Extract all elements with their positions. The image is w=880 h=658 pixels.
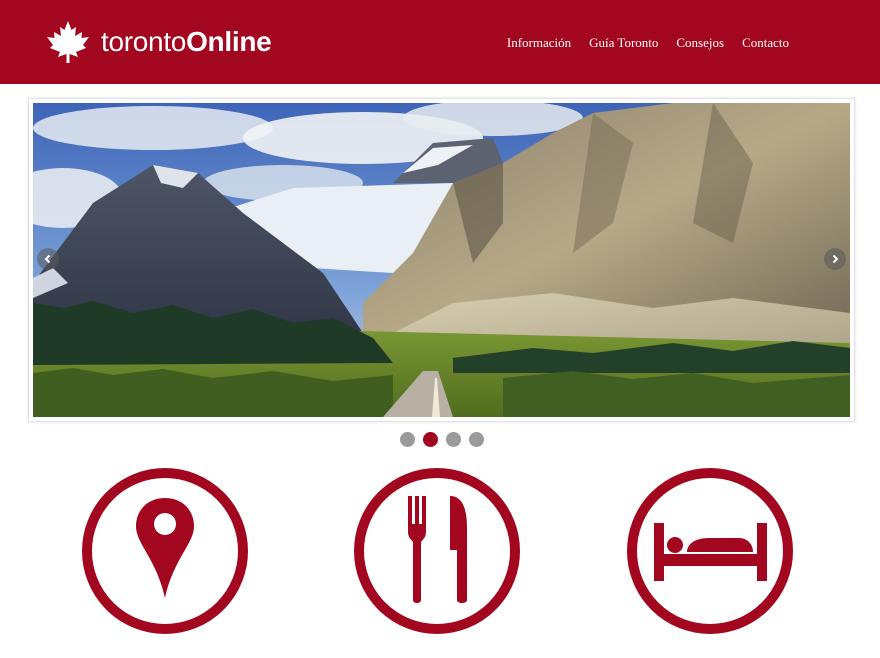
slider-dot-1[interactable]	[400, 432, 415, 447]
nav-item-contacto[interactable]: Contacto	[742, 35, 789, 51]
feature-hotels[interactable]	[625, 466, 795, 636]
mountain-landscape-image	[33, 103, 850, 417]
slider-next-button[interactable]	[824, 248, 846, 270]
logo-text-light: toronto	[101, 26, 187, 57]
slider-pagination	[400, 432, 484, 447]
slide-image	[33, 103, 850, 417]
slider-dot-3[interactable]	[446, 432, 461, 447]
nav-item-informacion[interactable]: Información	[507, 35, 571, 51]
logo-text-bold: Online	[186, 26, 272, 57]
main-nav: Información Guía Toronto Consejos Contac…	[507, 35, 789, 51]
bed-icon	[627, 468, 793, 634]
chevron-right-icon	[832, 254, 839, 264]
nav-item-guia-toronto[interactable]: Guía Toronto	[589, 35, 658, 51]
slider-dot-4[interactable]	[469, 432, 484, 447]
feature-restaurants[interactable]	[352, 466, 522, 636]
logo-wordmark: torontoOnline	[101, 26, 272, 58]
chevron-left-icon	[44, 254, 51, 264]
feature-places[interactable]	[80, 466, 250, 636]
maple-leaf-icon	[47, 21, 89, 63]
nav-item-consejos[interactable]: Consejos	[676, 35, 724, 51]
image-slider	[28, 98, 855, 422]
site-header: torontoOnline Información Guía Toronto C…	[0, 0, 880, 84]
site-logo[interactable]: torontoOnline	[45, 18, 272, 66]
fork-knife-icon	[354, 468, 520, 634]
slider-dot-2[interactable]	[423, 432, 438, 447]
map-pin-icon	[82, 468, 248, 634]
slider-prev-button[interactable]	[37, 248, 59, 270]
